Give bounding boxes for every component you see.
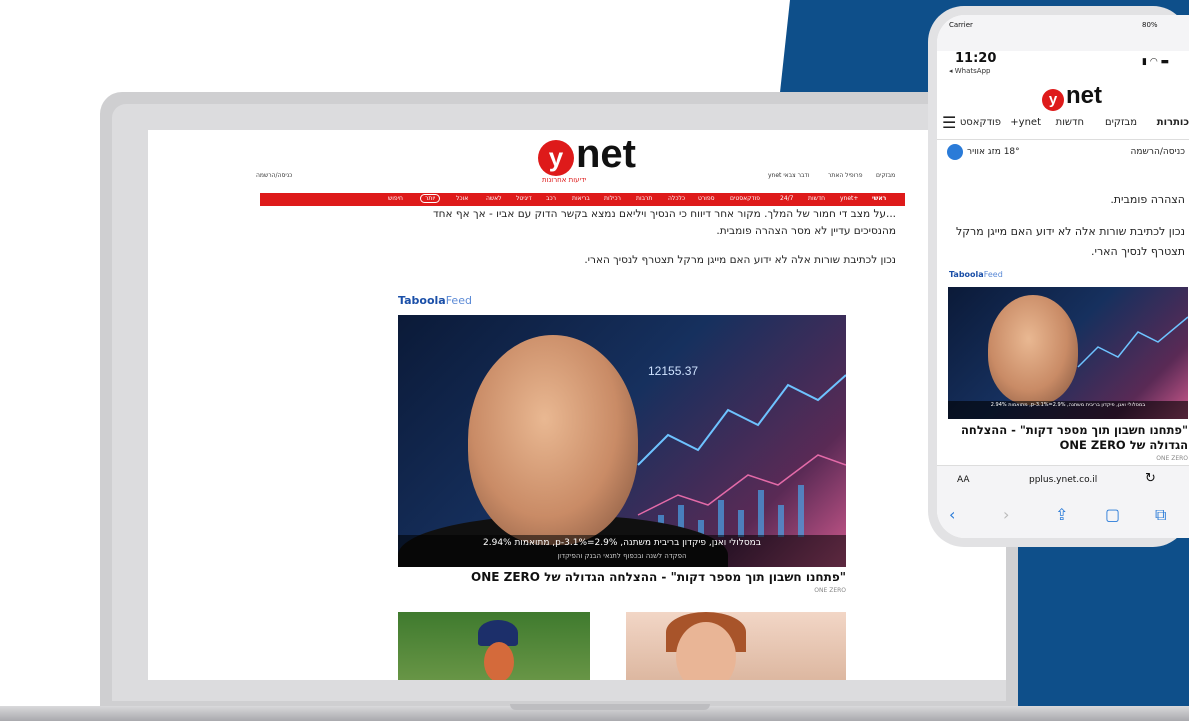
logo-y-circle: y: [538, 140, 574, 176]
logo-text: net: [1066, 82, 1102, 109]
flashes-link[interactable]: מבזקים: [876, 172, 895, 179]
reload-icon[interactable]: ↻: [1145, 471, 1156, 486]
nav-item-24-7[interactable]: 24/7: [780, 195, 793, 202]
tabs-icon[interactable]: ⧉: [1155, 505, 1166, 525]
nav-item-news[interactable]: חדשות: [808, 195, 825, 202]
nav-item-flashes[interactable]: מבזקים: [1105, 117, 1137, 128]
article-paragraph: ...על מצב די חמור של המלך. מקור אחר דיוו…: [432, 208, 896, 237]
back-icon[interactable]: ‹: [949, 505, 955, 524]
nav-item-ynet-plus[interactable]: ynet+: [840, 195, 858, 202]
phone-subbar: כניסה/הרשמה 18° מזג אוויר: [937, 141, 1189, 165]
person-face: [988, 295, 1078, 405]
site-header: כניסה/הרשמה ynet ודבר צבאי פרופיל האתר מ…: [148, 130, 1006, 190]
promo-headline[interactable]: "פתחנו חשבון תוך מספר דקות" - ההצלחה הגד…: [398, 570, 846, 584]
desktop-browser-screen: כניסה/הרשמה ynet ודבר צבאי פרופיל האתר מ…: [148, 130, 1006, 680]
nav-item-culture[interactable]: תרבות: [636, 195, 652, 202]
nav-item-women[interactable]: לאשה: [486, 195, 502, 202]
login-link[interactable]: כניסה/הרשמה: [1131, 147, 1185, 157]
nav-more-button[interactable]: יותר: [420, 194, 441, 203]
taboola-feed-text: Feed: [445, 294, 472, 307]
forward-icon[interactable]: ›: [1003, 505, 1009, 524]
safari-url-bar[interactable]: AA pplus.ynet.co.il ↻: [937, 465, 1189, 496]
signal-icons: ▮ ◠ ▬: [1142, 57, 1170, 67]
ynet-logo[interactable]: y net ידיעות אחרונות: [538, 132, 638, 184]
login-link[interactable]: כניסה/הרשמה: [256, 172, 292, 179]
hero-caption: במסלולי ואנן, פיקדון בריבית משתנה, 2.9%=…: [398, 535, 846, 567]
taboola-brand: Taboola: [949, 270, 984, 279]
taboola-feed-text: Feed: [983, 270, 1003, 279]
divider: [937, 139, 1189, 140]
person-head: [484, 642, 514, 680]
nav-item-digital[interactable]: דיגיטל: [516, 195, 532, 202]
promo-hero-image[interactable]: במסלולי ואנן, פיקדון בריבית משתנה, 2.9%=…: [948, 287, 1188, 419]
hero-caption: במסלולי ואנן, פיקדון בריבית משתנה, 2.9%=…: [948, 401, 1188, 419]
clock: 11:20: [955, 51, 997, 66]
nav-item-cars[interactable]: רכב: [546, 195, 556, 202]
weather-widget[interactable]: 18° מזג אוויר: [967, 147, 1020, 157]
article-body: הצהרה פומבית. נכון לכתיבת שורות אלה לא י…: [945, 190, 1185, 262]
logo-subtitle: ידיעות אחרונות: [542, 176, 587, 184]
hamburger-menu-icon[interactable]: ☰: [942, 113, 956, 132]
nav-item-podcasts[interactable]: פודקאסטים: [730, 195, 760, 202]
share-icon[interactable]: ⇪: [1055, 505, 1068, 524]
phone-screen: Carrier 80% 11:20 ◂ WhatsApp ▮ ◠ ▬ y net…: [937, 15, 1189, 538]
ynet-logo[interactable]: y net: [1042, 82, 1122, 115]
weather-icon[interactable]: [947, 144, 963, 160]
text-size-button[interactable]: AA: [957, 475, 970, 485]
person-face: [468, 335, 638, 545]
article-line: נכון לכתיבת שורות אלה לא ידוע האם מייגן …: [955, 225, 1185, 258]
logo-text: net: [576, 132, 636, 176]
bookmarks-icon[interactable]: ▢: [1105, 505, 1120, 524]
url-text[interactable]: pplus.ynet.co.il: [1029, 475, 1097, 485]
main-nav-bar: ראשי ynet+ חדשות 24/7 פודקאסטים ספורט כל…: [260, 193, 905, 206]
carrier-label: Carrier: [949, 21, 973, 29]
ynet-army-link[interactable]: ynet ודבר צבאי: [768, 172, 809, 179]
phone-nav: כותרות מבזקים חדשות ynet+ פודקאסט ☰: [937, 113, 1189, 137]
nav-item-ynet-plus[interactable]: ynet+: [1010, 117, 1041, 128]
promo-source: ONE ZERO: [1156, 455, 1188, 462]
hero-number: 12155.37: [648, 364, 698, 378]
hero-caption-line: במסלולי ואנן, פיקדון בריבית משתנה, 2.9%=…: [483, 538, 761, 548]
nav-item-headlines[interactable]: כותרות: [1157, 117, 1189, 128]
site-profile-link[interactable]: פרופיל האתר: [828, 172, 862, 179]
nav-search[interactable]: חיפוש: [388, 195, 403, 202]
nav-item-gossip[interactable]: רכילות: [604, 195, 621, 202]
promo-headline[interactable]: "פתחנו חשבון תוך מספר דקות" - ההצלחה הגד…: [948, 423, 1188, 453]
article-paragraph: נכון לכתיבת שורות אלה לא ידוע האם מייגן …: [584, 254, 896, 266]
promo-thumbnail[interactable]: [398, 612, 590, 680]
promo-source: ONE ZERO: [814, 587, 846, 594]
back-to-app[interactable]: ◂ WhatsApp: [949, 67, 990, 75]
promo-hero-image[interactable]: 12155.37 במסלולי ואנן, פיקדון בריבית משת…: [398, 315, 846, 567]
article-body: ...על מצב די חמור של המלך. מקור אחר דיוו…: [388, 206, 896, 269]
phone-status-bar: Carrier 80%: [937, 15, 1189, 51]
nav-item-podcast[interactable]: פודקאסט: [960, 117, 1001, 128]
laptop-notch: [510, 704, 710, 710]
taboola-brand: Taboola: [398, 294, 446, 307]
article-line: הצהרה פומבית.: [1110, 193, 1185, 206]
nav-item-food[interactable]: אוכל: [456, 195, 468, 202]
taboola-feed-label: TaboolaFeed: [398, 294, 472, 307]
nav-item-health[interactable]: בריאות: [572, 195, 590, 202]
safari-toolbar: ‹ › ⇪ ▢ ⧉: [937, 495, 1189, 538]
logo-y-circle: y: [1042, 89, 1064, 111]
nav-item-sport[interactable]: ספורט: [698, 195, 715, 202]
taboola-feed-label: TaboolaFeed: [949, 270, 1003, 279]
nav-item-home[interactable]: ראשי: [872, 195, 886, 202]
promo-thumbnail[interactable]: [626, 612, 846, 680]
nav-item-economy[interactable]: כלכלה: [668, 195, 685, 202]
battery-label: 80%: [1142, 21, 1158, 29]
nav-item-news[interactable]: חדשות: [1056, 117, 1084, 128]
hero-caption-line: הפקדה לשנה ובכפוף לתנאי הבנק והפיקדון: [557, 552, 687, 560]
